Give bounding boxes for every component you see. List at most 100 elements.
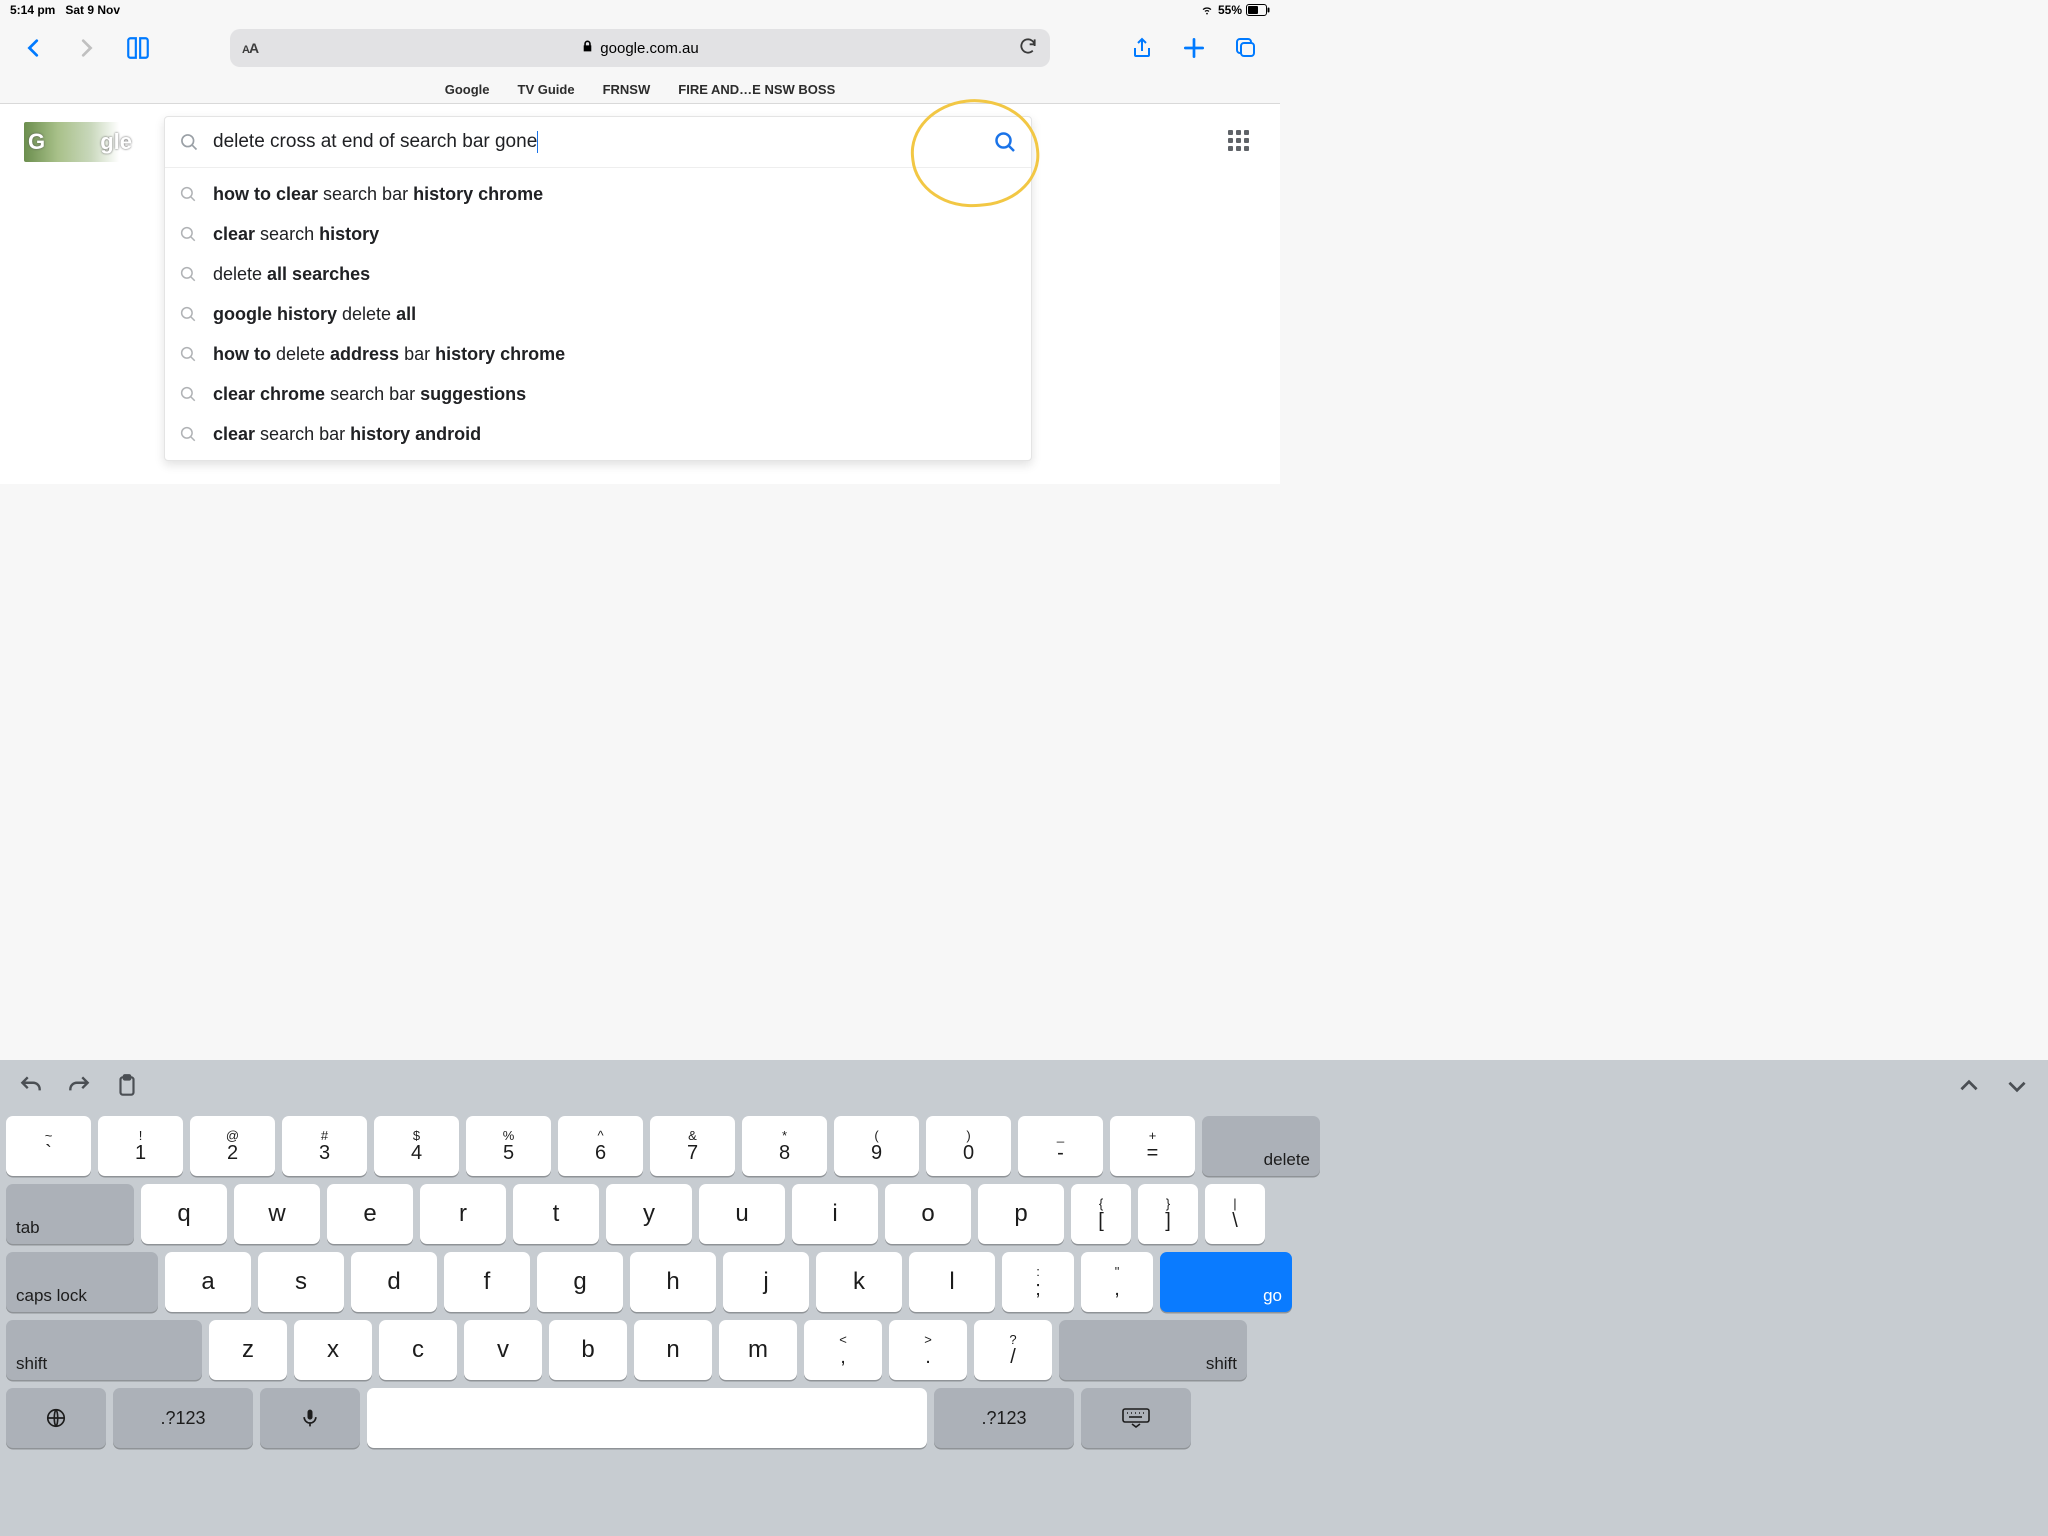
reload-button[interactable]	[1018, 36, 1038, 61]
key-h[interactable]: h	[630, 1252, 716, 1312]
suggestion-item[interactable]: google history delete all	[165, 294, 1031, 334]
paste-icon[interactable]	[114, 1073, 140, 1099]
key-9[interactable]: (9	[834, 1116, 919, 1176]
reader-aa-button[interactable]: AA	[242, 40, 258, 56]
suggestion-item[interactable]: how to clear search bar history chrome	[165, 174, 1031, 214]
key-go[interactable]: go	[1160, 1252, 1292, 1312]
search-icon	[179, 225, 197, 243]
key-2[interactable]: @2	[190, 1116, 275, 1176]
key-shift-left[interactable]: shift	[6, 1320, 202, 1380]
key-p[interactable]: p	[978, 1184, 1064, 1244]
forward-button[interactable]	[64, 26, 108, 70]
google-doodle-logo[interactable]: G gle	[24, 122, 136, 162]
suggestion-item[interactable]: delete all searches	[165, 254, 1031, 294]
key-z[interactable]: z	[209, 1320, 287, 1380]
key-.[interactable]: >.	[889, 1320, 967, 1380]
search-icon	[179, 185, 197, 203]
key-g[interactable]: g	[537, 1252, 623, 1312]
key-[[interactable]: {[	[1071, 1184, 1131, 1244]
suggestion-item[interactable]: how to delete address bar history chrome	[165, 334, 1031, 374]
key-capslock[interactable]: caps lock	[6, 1252, 158, 1312]
bookmarks-button[interactable]	[116, 26, 160, 70]
onscreen-keyboard: ~`!1@2#3$4%5^6&7*8(9)0_-+=deletetabqwert…	[0, 1060, 2048, 1536]
key-m[interactable]: m	[719, 1320, 797, 1380]
key-,[interactable]: <,	[804, 1320, 882, 1380]
key-j[interactable]: j	[723, 1252, 809, 1312]
search-input[interactable]: delete cross at end of search bar gone	[213, 131, 979, 153]
search-icon	[179, 345, 197, 363]
google-apps-icon[interactable]	[1228, 130, 1252, 154]
suggestion-item[interactable]: clear search bar history android	[165, 414, 1031, 454]
key-l[interactable]: l	[909, 1252, 995, 1312]
lock-icon	[581, 40, 594, 57]
back-button[interactable]	[12, 26, 56, 70]
key-3[interactable]: #3	[282, 1116, 367, 1176]
search-icon	[179, 425, 197, 443]
key-r[interactable]: r	[420, 1184, 506, 1244]
key-1[interactable]: !1	[98, 1116, 183, 1176]
search-submit-icon[interactable]	[993, 130, 1017, 154]
favorite-link[interactable]: Google	[445, 82, 490, 97]
safari-toolbar: AA google.com.au	[0, 20, 1280, 76]
chevron-up-icon[interactable]	[1956, 1073, 1982, 1099]
key-5[interactable]: %5	[466, 1116, 551, 1176]
key-v[interactable]: v	[464, 1320, 542, 1380]
key-;[interactable]: :;	[1002, 1252, 1074, 1312]
key-numeric-right[interactable]: .?123	[934, 1388, 1074, 1448]
share-button[interactable]	[1120, 26, 1164, 70]
key-x[interactable]: x	[294, 1320, 372, 1380]
key-b[interactable]: b	[549, 1320, 627, 1380]
key-][interactable]: }]	[1138, 1184, 1198, 1244]
key-/[interactable]: ?/	[974, 1320, 1052, 1380]
key-q[interactable]: q	[141, 1184, 227, 1244]
tabs-button[interactable]	[1224, 26, 1268, 70]
chevron-down-icon[interactable]	[2004, 1073, 2030, 1099]
suggestion-item[interactable]: clear search history	[165, 214, 1031, 254]
undo-icon[interactable]	[18, 1073, 44, 1099]
key-7[interactable]: &7	[650, 1116, 735, 1176]
key-`[interactable]: ~`	[6, 1116, 91, 1176]
key-f[interactable]: f	[444, 1252, 530, 1312]
key-globe[interactable]	[6, 1388, 106, 1448]
battery-icon	[1246, 4, 1270, 16]
key-dictation[interactable]	[260, 1388, 360, 1448]
favorite-link[interactable]: FRNSW	[603, 82, 651, 97]
redo-icon[interactable]	[66, 1073, 92, 1099]
key-shift-right[interactable]: shift	[1059, 1320, 1247, 1380]
key-6[interactable]: ^6	[558, 1116, 643, 1176]
key-u[interactable]: u	[699, 1184, 785, 1244]
key-numeric-left[interactable]: .?123	[113, 1388, 253, 1448]
key-space[interactable]	[367, 1388, 927, 1448]
key-0[interactable]: )0	[926, 1116, 1011, 1176]
key-s[interactable]: s	[258, 1252, 344, 1312]
key-hide-keyboard[interactable]	[1081, 1388, 1191, 1448]
key-8[interactable]: *8	[742, 1116, 827, 1176]
key-=[interactable]: +=	[1110, 1116, 1195, 1176]
key-t[interactable]: t	[513, 1184, 599, 1244]
key-k[interactable]: k	[816, 1252, 902, 1312]
key-w[interactable]: w	[234, 1184, 320, 1244]
address-bar[interactable]: AA google.com.au	[230, 29, 1050, 67]
key-c[interactable]: c	[379, 1320, 457, 1380]
favorite-link[interactable]: FIRE AND…E NSW BOSS	[678, 82, 835, 97]
key-n[interactable]: n	[634, 1320, 712, 1380]
address-domain: google.com.au	[600, 40, 698, 57]
key-a[interactable]: a	[165, 1252, 251, 1312]
battery-percent: 55%	[1218, 3, 1242, 17]
search-dropdown: delete cross at end of search bar gone h…	[164, 116, 1032, 461]
key-i[interactable]: i	[792, 1184, 878, 1244]
key-\[interactable]: |\	[1205, 1184, 1265, 1244]
key--[interactable]: _-	[1018, 1116, 1103, 1176]
key-d[interactable]: d	[351, 1252, 437, 1312]
new-tab-button[interactable]	[1172, 26, 1216, 70]
key-delete[interactable]: delete	[1202, 1116, 1320, 1176]
favorites-bar: Google TV Guide FRNSW FIRE AND…E NSW BOS…	[0, 76, 1280, 104]
key-y[interactable]: y	[606, 1184, 692, 1244]
favorite-link[interactable]: TV Guide	[518, 82, 575, 97]
key-4[interactable]: $4	[374, 1116, 459, 1176]
key-e[interactable]: e	[327, 1184, 413, 1244]
key-tab[interactable]: tab	[6, 1184, 134, 1244]
key-,[interactable]: ",	[1081, 1252, 1153, 1312]
key-o[interactable]: o	[885, 1184, 971, 1244]
suggestion-item[interactable]: clear chrome search bar suggestions	[165, 374, 1031, 414]
